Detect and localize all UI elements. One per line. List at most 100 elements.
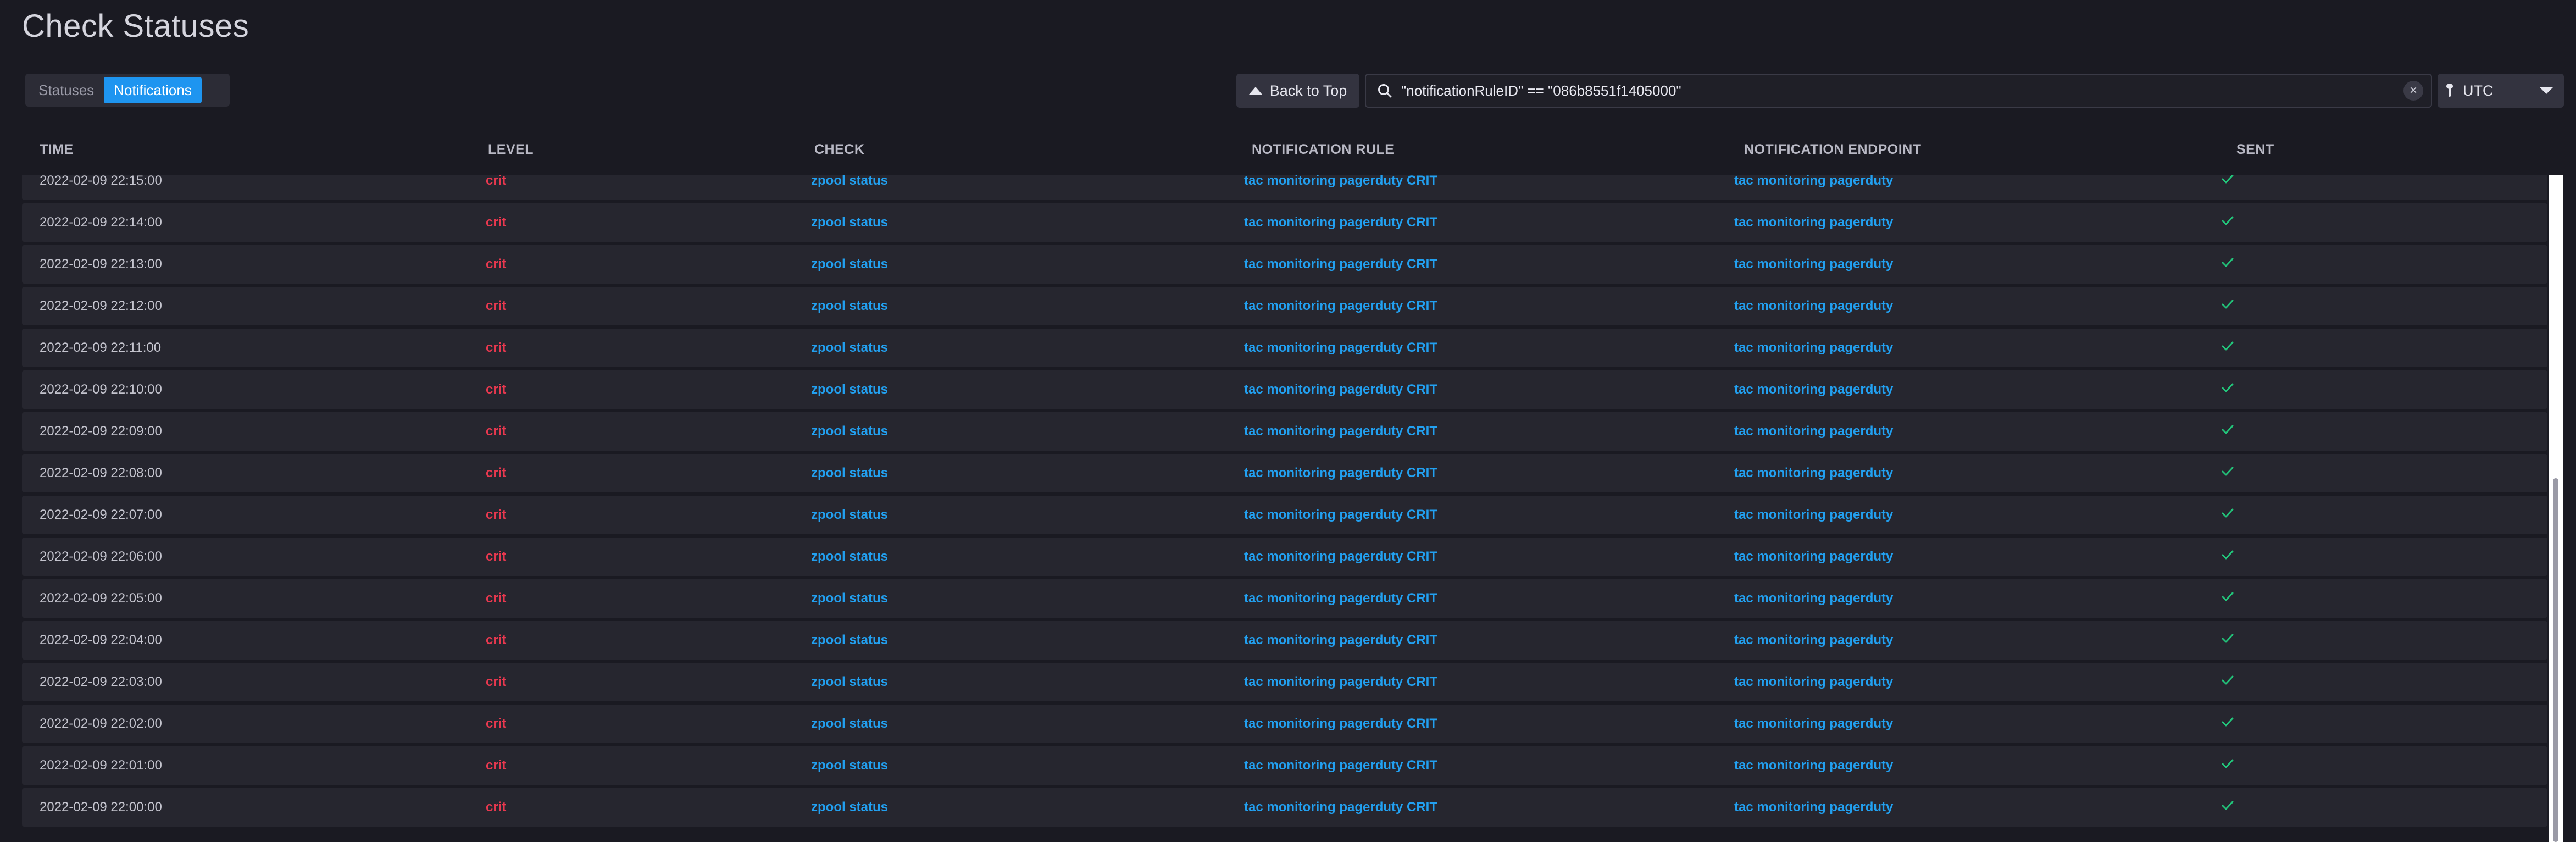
triangle-up-icon xyxy=(1248,87,1262,95)
table-row: 2022-02-09 22:03:00 crit zpool status tac m… xyxy=(22,663,2547,701)
cell-check-link[interactable]: zpool status xyxy=(811,382,888,397)
caret-down-icon xyxy=(2540,87,2553,94)
cell-check-link[interactable]: zpool status xyxy=(811,340,888,356)
scrollbar-thumb[interactable] xyxy=(2553,478,2558,842)
cell-time: 2022-02-09 22:13:00 xyxy=(40,257,162,272)
cell-level: crit xyxy=(486,175,507,188)
cell-level: crit xyxy=(486,716,507,731)
cell-check-link[interactable]: zpool status xyxy=(811,591,888,606)
check-icon xyxy=(2221,507,2234,523)
cell-notification-rule-link[interactable]: tac monitoring pagerduty CRIT xyxy=(1244,800,1437,815)
cell-notification-rule-link[interactable]: tac monitoring pagerduty CRIT xyxy=(1244,298,1437,314)
cell-time: 2022-02-09 22:05:00 xyxy=(40,591,162,606)
check-icon xyxy=(2221,215,2234,230)
cell-time: 2022-02-09 22:04:00 xyxy=(40,633,162,647)
cell-level: crit xyxy=(486,633,507,647)
cell-notification-endpoint-link[interactable]: tac monitoring pagerduty xyxy=(1734,716,1893,732)
table-row: 2022-02-09 22:13:00 crit zpool status tac m… xyxy=(22,245,2547,284)
cell-notification-endpoint-link[interactable]: tac monitoring pagerduty xyxy=(1734,340,1893,356)
cell-notification-endpoint-link[interactable]: tac monitoring pagerduty xyxy=(1734,549,1893,564)
cell-level: crit xyxy=(486,549,507,564)
tab-statuses[interactable]: Statuses xyxy=(29,77,104,103)
table-row: 2022-02-09 22:14:00 crit zpool status tac m… xyxy=(22,203,2547,242)
cell-level: crit xyxy=(486,800,507,815)
check-icon xyxy=(2221,549,2234,564)
cell-check-link[interactable]: zpool status xyxy=(811,633,888,648)
cell-check-link[interactable]: zpool status xyxy=(811,758,888,773)
timezone-dropdown[interactable]: UTC xyxy=(2438,74,2564,108)
check-icon xyxy=(2221,591,2234,606)
cell-notification-endpoint-link[interactable]: tac monitoring pagerduty xyxy=(1734,633,1893,648)
check-icon xyxy=(2221,758,2234,773)
back-to-top-label: Back to Top xyxy=(1269,82,1347,99)
cell-notification-endpoint-link[interactable]: tac monitoring pagerduty xyxy=(1734,758,1893,773)
cell-notification-rule-link[interactable]: tac monitoring pagerduty CRIT xyxy=(1244,507,1437,523)
check-icon xyxy=(2221,716,2234,732)
cell-level: crit xyxy=(486,591,507,606)
column-header-sent[interactable]: SENT xyxy=(2236,142,2274,158)
cell-check-link[interactable]: zpool status xyxy=(811,424,888,439)
pin-icon xyxy=(2446,84,2453,97)
cell-time: 2022-02-09 22:12:00 xyxy=(40,298,162,313)
cell-check-link[interactable]: zpool status xyxy=(811,257,888,272)
cell-check-link[interactable]: zpool status xyxy=(811,716,888,732)
column-header-notification-rule[interactable]: NOTIFICATION RULE xyxy=(1252,142,1394,158)
cell-check-link[interactable]: zpool status xyxy=(811,674,888,690)
cell-level: crit xyxy=(486,466,507,480)
close-icon[interactable]: × xyxy=(2403,81,2423,101)
cell-notification-endpoint-link[interactable]: tac monitoring pagerduty xyxy=(1734,674,1893,690)
cell-time: 2022-02-09 22:06:00 xyxy=(40,549,162,564)
cell-notification-endpoint-link[interactable]: tac monitoring pagerduty xyxy=(1734,257,1893,272)
cell-notification-rule-link[interactable]: tac monitoring pagerduty CRIT xyxy=(1244,257,1437,272)
cell-check-link[interactable]: zpool status xyxy=(811,298,888,314)
cell-time: 2022-02-09 22:08:00 xyxy=(40,466,162,480)
table-row: 2022-02-09 22:00:00 crit zpool status tac m… xyxy=(22,788,2547,827)
cell-notification-rule-link[interactable]: tac monitoring pagerduty CRIT xyxy=(1244,340,1437,356)
cell-time: 2022-02-09 22:07:00 xyxy=(40,507,162,522)
cell-notification-endpoint-link[interactable]: tac monitoring pagerduty xyxy=(1734,382,1893,397)
cell-notification-rule-link[interactable]: tac monitoring pagerduty CRIT xyxy=(1244,716,1437,732)
cell-check-link[interactable]: zpool status xyxy=(811,549,888,564)
cell-level: crit xyxy=(486,340,507,355)
cell-check-link[interactable]: zpool status xyxy=(811,466,888,481)
timezone-value: UTC xyxy=(2463,82,2494,99)
column-header-level[interactable]: LEVEL xyxy=(488,142,534,158)
back-to-top-button[interactable]: Back to Top xyxy=(1236,74,1359,108)
cell-check-link[interactable]: zpool status xyxy=(811,507,888,523)
cell-time: 2022-02-09 22:03:00 xyxy=(40,674,162,689)
cell-notification-endpoint-link[interactable]: tac monitoring pagerduty xyxy=(1734,507,1893,523)
cell-notification-rule-link[interactable]: tac monitoring pagerduty CRIT xyxy=(1244,382,1437,397)
cell-notification-rule-link[interactable]: tac monitoring pagerduty CRIT xyxy=(1244,758,1437,773)
cell-notification-endpoint-link[interactable]: tac monitoring pagerduty xyxy=(1734,215,1893,230)
table-row: 2022-02-09 22:11:00 crit zpool status tac m… xyxy=(22,329,2547,367)
cell-notification-rule-link[interactable]: tac monitoring pagerduty CRIT xyxy=(1244,549,1437,564)
cell-time: 2022-02-09 22:10:00 xyxy=(40,382,162,397)
cell-notification-rule-link[interactable]: tac monitoring pagerduty CRIT xyxy=(1244,175,1437,189)
cell-notification-rule-link[interactable]: tac monitoring pagerduty CRIT xyxy=(1244,424,1437,439)
cell-notification-rule-link[interactable]: tac monitoring pagerduty CRIT xyxy=(1244,591,1437,606)
column-header-check[interactable]: CHECK xyxy=(814,142,864,158)
cell-notification-endpoint-link[interactable]: tac monitoring pagerduty xyxy=(1734,298,1893,314)
cell-notification-rule-link[interactable]: tac monitoring pagerduty CRIT xyxy=(1244,633,1437,648)
cell-level: crit xyxy=(486,215,507,230)
cell-time: 2022-02-09 22:00:00 xyxy=(40,800,162,815)
cell-notification-endpoint-link[interactable]: tac monitoring pagerduty xyxy=(1734,591,1893,606)
cell-notification-endpoint-link[interactable]: tac monitoring pagerduty xyxy=(1734,800,1893,815)
cell-check-link[interactable]: zpool status xyxy=(811,800,888,815)
search-icon xyxy=(1369,75,1400,106)
table-row: 2022-02-09 22:04:00 crit zpool status tac m… xyxy=(22,621,2547,660)
cell-notification-endpoint-link[interactable]: tac monitoring pagerduty xyxy=(1734,175,1893,189)
cell-notification-endpoint-link[interactable]: tac monitoring pagerduty xyxy=(1734,466,1893,481)
column-header-time[interactable]: TIME xyxy=(40,142,74,158)
cell-notification-rule-link[interactable]: tac monitoring pagerduty CRIT xyxy=(1244,674,1437,690)
tab-notifications[interactable]: Notifications xyxy=(104,77,202,103)
cell-notification-rule-link[interactable]: tac monitoring pagerduty CRIT xyxy=(1244,215,1437,230)
cell-check-link[interactable]: zpool status xyxy=(811,175,888,189)
cell-check-link[interactable]: zpool status xyxy=(811,215,888,230)
column-header-notification-endpoint[interactable]: NOTIFICATION ENDPOINT xyxy=(1744,142,1922,158)
cell-time: 2022-02-09 22:01:00 xyxy=(40,758,162,773)
cell-notification-endpoint-link[interactable]: tac monitoring pagerduty xyxy=(1734,424,1893,439)
cell-notification-rule-link[interactable]: tac monitoring pagerduty CRIT xyxy=(1244,466,1437,481)
check-icon xyxy=(2221,674,2234,690)
search-input[interactable] xyxy=(1400,81,2403,100)
